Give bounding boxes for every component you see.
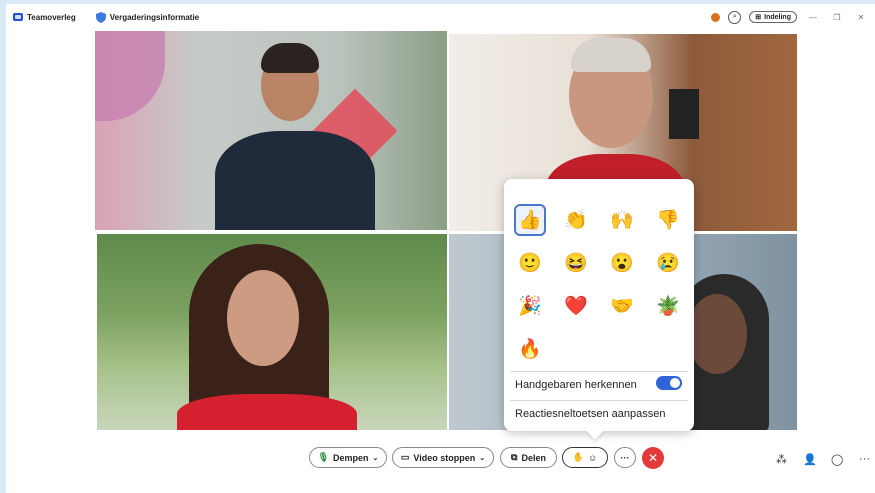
customize-reactions-link[interactable]: Reactiesneltoetsen aanpassen bbox=[515, 408, 665, 420]
share-screen-icon: ⧉ bbox=[511, 452, 518, 462]
webex-logo-icon bbox=[13, 13, 23, 21]
divider bbox=[510, 400, 688, 401]
search-icon[interactable]: ⌕ bbox=[728, 10, 742, 24]
meeting-title[interactable]: Teamoverleg bbox=[27, 13, 76, 22]
close-icon[interactable]: ✕ bbox=[853, 13, 869, 22]
fire-reaction[interactable]: 🔥 bbox=[516, 335, 544, 363]
share-button[interactable]: ⧉ Delen bbox=[500, 447, 557, 468]
sad-reaction[interactable]: 😢 bbox=[654, 249, 682, 277]
reactions-popup: 👍 👏 🙌 👎 🙂 😆 😮 😢 🎉 ❤️ 🤝 🪴 🔥 Handgebaren h… bbox=[504, 179, 694, 431]
raised-hands-reaction[interactable]: 🙌 bbox=[608, 206, 636, 234]
laugh-reaction[interactable]: 😆 bbox=[562, 249, 590, 277]
grid-icon: ⊞ bbox=[755, 14, 762, 21]
stop-video-button[interactable]: ▭ Video stoppen ⌄ bbox=[392, 447, 494, 468]
video-tile-1[interactable] bbox=[95, 31, 447, 230]
meeting-window: Teamoverleg Vergaderingsinformatie ⌕ ⊞ I… bbox=[6, 4, 875, 493]
chat-icon[interactable]: ◯ bbox=[831, 453, 843, 466]
thumbs-up-reaction[interactable]: 👍 bbox=[514, 204, 546, 236]
thumbs-down-reaction[interactable]: 👎 bbox=[654, 206, 682, 234]
video-label: Video stoppen bbox=[413, 452, 476, 463]
microphone-icon: 🎙 bbox=[317, 452, 330, 462]
apps-icon[interactable]: ⁂ bbox=[776, 453, 787, 466]
toggle-knob bbox=[670, 378, 680, 388]
chevron-down-icon[interactable]: ⌄ bbox=[479, 454, 485, 462]
participants-icon[interactable]: 👤 bbox=[803, 453, 817, 466]
minimize-icon[interactable]: — bbox=[805, 13, 821, 22]
camera-icon: ▭ bbox=[400, 452, 410, 462]
maximize-icon[interactable]: ❐ bbox=[829, 13, 845, 22]
party-reaction[interactable]: 🎉 bbox=[516, 292, 544, 320]
gesture-recognition-toggle[interactable] bbox=[656, 376, 682, 390]
more-label: ··· bbox=[620, 452, 630, 463]
status-dot-icon[interactable] bbox=[711, 12, 721, 22]
surprised-reaction[interactable]: 😮 bbox=[608, 249, 636, 277]
chevron-down-icon[interactable]: ⌄ bbox=[373, 454, 379, 462]
smile-reaction[interactable]: 🙂 bbox=[516, 249, 544, 277]
end-call-icon: ✕ bbox=[647, 451, 659, 465]
handshake-reaction[interactable]: 🤝 bbox=[608, 292, 636, 320]
layout-button[interactable]: ⊞ Indeling bbox=[749, 11, 797, 23]
raise-hand-icon[interactable]: ✋ bbox=[573, 452, 584, 463]
layout-label: Indeling bbox=[764, 13, 791, 21]
more-icon[interactable]: ··· bbox=[859, 453, 870, 465]
plant-reaction[interactable]: 🪴 bbox=[654, 292, 682, 320]
emoji-icon[interactable]: ☺ bbox=[588, 453, 597, 463]
gesture-recognition-label: Handgebaren herkennen bbox=[515, 379, 637, 391]
end-call-button[interactable]: ✕ bbox=[642, 447, 664, 469]
mute-button[interactable]: 🎙 Dempen ⌄ bbox=[309, 447, 387, 468]
heart-reaction[interactable]: ❤️ bbox=[562, 292, 590, 320]
shield-icon bbox=[95, 11, 106, 23]
mute-label: Dempen bbox=[333, 452, 369, 463]
title-bar: Teamoverleg Vergaderingsinformatie ⌕ ⊞ I… bbox=[6, 4, 875, 30]
video-tile-3[interactable] bbox=[97, 234, 447, 430]
divider bbox=[510, 371, 688, 372]
clap-reaction[interactable]: 👏 bbox=[562, 206, 590, 234]
share-label: Delen bbox=[521, 452, 546, 463]
reactions-button[interactable]: ✋ ☺ bbox=[562, 447, 608, 468]
more-options-button[interactable]: ··· bbox=[614, 447, 636, 468]
meeting-info-link[interactable]: Vergaderingsinformatie bbox=[110, 13, 199, 22]
